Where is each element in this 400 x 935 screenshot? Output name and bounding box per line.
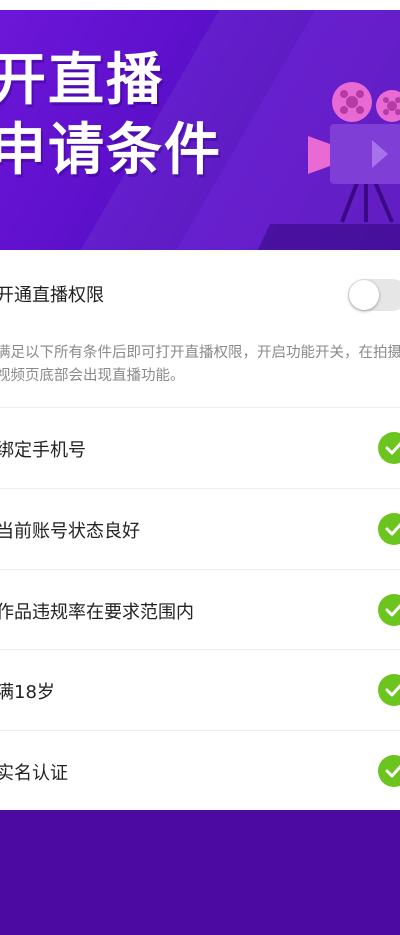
condition-label: 满18岁 — [0, 682, 55, 703]
check-circle-icon — [378, 674, 400, 706]
settings-card: 开通直播权限 满足以下所有条件后即可打开直播权限，开启功能开关，在拍摄视频页底部… — [0, 250, 400, 810]
permission-description: 满足以下所有条件后即可打开直播权限，开启功能开关，在拍摄视频页底部会出现直播功能… — [0, 345, 400, 384]
condition-row: 绑定手机号 — [0, 408, 400, 488]
condition-label: 当前账号状态良好 — [0, 521, 140, 542]
condition-label: 实名认证 — [0, 763, 68, 784]
condition-label: 绑定手机号 — [0, 440, 86, 461]
toggle-knob — [349, 280, 379, 310]
condition-row: 满18岁 — [0, 650, 400, 730]
condition-row: 当前账号状态良好 — [0, 489, 400, 569]
live-permission-row: 开通直播权限 — [0, 250, 400, 340]
status-bar-area — [0, 0, 400, 10]
check-circle-icon — [378, 432, 400, 464]
condition-row: 实名认证 — [0, 731, 400, 811]
condition-label: 作品违规率在要求范围内 — [0, 602, 194, 623]
projector-icon — [308, 82, 400, 223]
banner-title-line2: 申请条件 — [0, 118, 222, 183]
check-circle-icon — [378, 755, 400, 787]
condition-row: 作品违规率在要求范围内 — [0, 570, 400, 650]
live-permission-label: 开通直播权限 — [0, 285, 104, 306]
live-permission-toggle[interactable] — [348, 279, 400, 311]
banner-title-line1: 开直播 — [0, 48, 164, 113]
footer-background — [0, 810, 400, 935]
banner-stage-shadow — [254, 224, 400, 250]
check-circle-icon — [378, 513, 400, 545]
check-circle-icon — [378, 594, 400, 626]
header-banner: 开直播 申请条件 — [0, 10, 400, 250]
banner-title: 开直播 申请条件 — [0, 46, 222, 186]
